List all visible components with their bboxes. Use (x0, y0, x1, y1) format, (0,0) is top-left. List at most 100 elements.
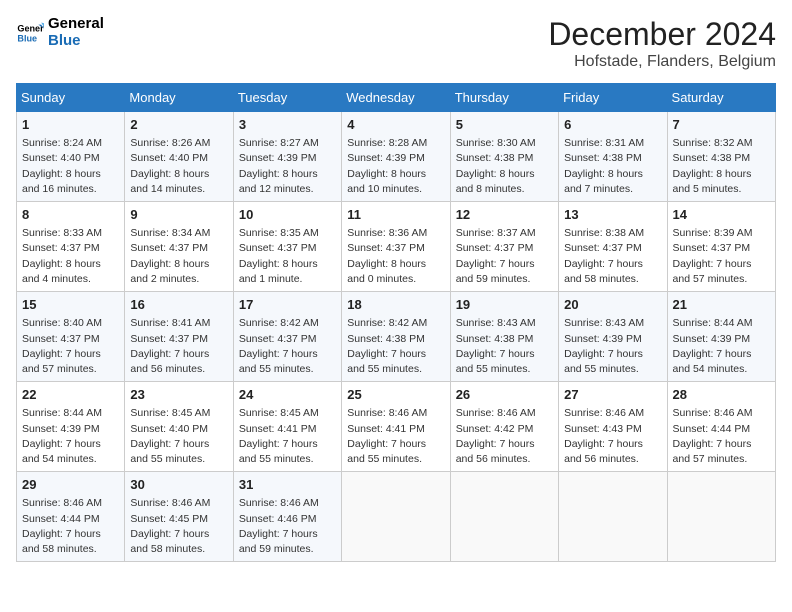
day-number: 29 (22, 476, 119, 494)
day-number: 11 (347, 206, 444, 224)
day-number: 4 (347, 116, 444, 134)
day-info: Sunrise: 8:32 AMSunset: 4:38 PMDaylight:… (673, 136, 770, 197)
day-number: 23 (130, 386, 227, 404)
calendar-cell: 5 Sunrise: 8:30 AMSunset: 4:38 PMDaylight… (450, 112, 558, 202)
day-info: Sunrise: 8:37 AMSunset: 4:37 PMDaylight:… (456, 226, 553, 287)
calendar-cell: 21Sunrise: 8:44 AMSunset: 4:39 PMDayligh… (667, 292, 775, 382)
calendar-cell: 11 Sunrise: 8:36 AMSunset: 4:37 PMDayligh… (342, 202, 450, 292)
day-number: 30 (130, 476, 227, 494)
calendar-cell: 25Sunrise: 8:46 AMSunset: 4:41 PMDayligh… (342, 382, 450, 472)
calendar-cell: 18 Sunrise: 8:42 AMSunset: 4:38 PMDayligh… (342, 292, 450, 382)
calendar-cell: 16Sunrise: 8:41 AMSunset: 4:37 PMDayligh… (125, 292, 233, 382)
day-info: Sunrise: 8:45 AMSunset: 4:41 PMDaylight:… (239, 406, 336, 467)
calendar-week-3: 15 Sunrise: 8:40 AMSunset: 4:37 PMDayligh… (17, 292, 776, 382)
day-number: 15 (22, 296, 119, 314)
day-number: 31 (239, 476, 336, 494)
day-info: Sunrise: 8:43 AMSunset: 4:38 PMDaylight:… (456, 316, 553, 377)
calendar-cell (342, 472, 450, 562)
day-info: Sunrise: 8:46 AMSunset: 4:42 PMDaylight:… (456, 406, 553, 467)
day-number: 10 (239, 206, 336, 224)
day-number: 8 (22, 206, 119, 224)
calendar-header-row: SundayMondayTuesdayWednesdayThursdayFrid… (17, 84, 776, 112)
day-info: Sunrise: 8:39 AMSunset: 4:37 PMDaylight:… (673, 226, 770, 287)
day-number: 27 (564, 386, 661, 404)
day-number: 3 (239, 116, 336, 134)
day-number: 7 (673, 116, 770, 134)
calendar-cell: 17 Sunrise: 8:42 AMSunset: 4:37 PMDayligh… (233, 292, 341, 382)
calendar-cell: 4 Sunrise: 8:28 AMSunset: 4:39 PMDaylight… (342, 112, 450, 202)
location: Hofstade, Flanders, Belgium (548, 53, 776, 71)
day-number: 22 (22, 386, 119, 404)
day-number: 24 (239, 386, 336, 404)
header-tuesday: Tuesday (233, 84, 341, 112)
day-number: 1 (22, 116, 119, 134)
calendar-cell: 15 Sunrise: 8:40 AMSunset: 4:37 PMDayligh… (17, 292, 125, 382)
calendar-cell: 27Sunrise: 8:46 AMSunset: 4:43 PMDayligh… (559, 382, 667, 472)
day-number: 21 (673, 296, 770, 314)
logo-general: General (48, 16, 104, 33)
day-number: 2 (130, 116, 227, 134)
calendar-cell: 7 Sunrise: 8:32 AMSunset: 4:38 PMDaylight… (667, 112, 775, 202)
day-info: Sunrise: 8:30 AMSunset: 4:38 PMDaylight:… (456, 136, 553, 197)
day-info: Sunrise: 8:24 AMSunset: 4:40 PMDaylight:… (22, 136, 119, 197)
day-info: Sunrise: 8:31 AMSunset: 4:38 PMDaylight:… (564, 136, 661, 197)
day-number: 13 (564, 206, 661, 224)
day-info: Sunrise: 8:46 AMSunset: 4:44 PMDaylight:… (22, 496, 119, 557)
day-number: 5 (456, 116, 553, 134)
calendar-cell: 14 Sunrise: 8:39 AMSunset: 4:37 PMDayligh… (667, 202, 775, 292)
day-info: Sunrise: 8:44 AMSunset: 4:39 PMDaylight:… (22, 406, 119, 467)
calendar-cell (450, 472, 558, 562)
calendar-week-2: 8 Sunrise: 8:33 AMSunset: 4:37 PMDaylight… (17, 202, 776, 292)
day-info: Sunrise: 8:36 AMSunset: 4:37 PMDaylight:… (347, 226, 444, 287)
logo-blue: Blue (48, 33, 104, 50)
day-number: 16 (130, 296, 227, 314)
calendar-week-5: 29 Sunrise: 8:46 AMSunset: 4:44 PMDayligh… (17, 472, 776, 562)
day-number: 14 (673, 206, 770, 224)
header-wednesday: Wednesday (342, 84, 450, 112)
day-number: 17 (239, 296, 336, 314)
header-saturday: Saturday (667, 84, 775, 112)
day-info: Sunrise: 8:26 AMSunset: 4:40 PMDaylight:… (130, 136, 227, 197)
day-info: Sunrise: 8:28 AMSunset: 4:39 PMDaylight:… (347, 136, 444, 197)
header-thursday: Thursday (450, 84, 558, 112)
day-info: Sunrise: 8:40 AMSunset: 4:37 PMDaylight:… (22, 316, 119, 377)
day-info: Sunrise: 8:33 AMSunset: 4:37 PMDaylight:… (22, 226, 119, 287)
calendar-cell (559, 472, 667, 562)
day-number: 25 (347, 386, 444, 404)
calendar-cell: 29 Sunrise: 8:46 AMSunset: 4:44 PMDayligh… (17, 472, 125, 562)
day-info: Sunrise: 8:42 AMSunset: 4:37 PMDaylight:… (239, 316, 336, 377)
day-info: Sunrise: 8:27 AMSunset: 4:39 PMDaylight:… (239, 136, 336, 197)
calendar-cell: 2 Sunrise: 8:26 AMSunset: 4:40 PMDaylight… (125, 112, 233, 202)
month-title: December 2024 (548, 16, 776, 53)
logo-icon: General Blue (16, 19, 44, 47)
calendar-cell: 6Sunrise: 8:31 AMSunset: 4:38 PMDaylight… (559, 112, 667, 202)
day-number: 18 (347, 296, 444, 314)
day-info: Sunrise: 8:38 AMSunset: 4:37 PMDaylight:… (564, 226, 661, 287)
header-monday: Monday (125, 84, 233, 112)
day-number: 20 (564, 296, 661, 314)
header-friday: Friday (559, 84, 667, 112)
day-number: 28 (673, 386, 770, 404)
calendar-table: SundayMondayTuesdayWednesdayThursdayFrid… (16, 83, 776, 562)
calendar-cell: 24 Sunrise: 8:45 AMSunset: 4:41 PMDayligh… (233, 382, 341, 472)
day-number: 12 (456, 206, 553, 224)
title-block: December 2024 Hofstade, Flanders, Belgiu… (548, 16, 776, 71)
calendar-cell: 12 Sunrise: 8:37 AMSunset: 4:37 PMDayligh… (450, 202, 558, 292)
calendar-cell: 28Sunrise: 8:46 AMSunset: 4:44 PMDayligh… (667, 382, 775, 472)
calendar-cell: 13 Sunrise: 8:38 AMSunset: 4:37 PMDayligh… (559, 202, 667, 292)
calendar-cell: 20Sunrise: 8:43 AMSunset: 4:39 PMDayligh… (559, 292, 667, 382)
day-number: 19 (456, 296, 553, 314)
calendar-cell: 8 Sunrise: 8:33 AMSunset: 4:37 PMDaylight… (17, 202, 125, 292)
day-number: 9 (130, 206, 227, 224)
calendar-cell: 3 Sunrise: 8:27 AMSunset: 4:39 PMDaylight… (233, 112, 341, 202)
calendar-week-4: 22 Sunrise: 8:44 AMSunset: 4:39 PMDayligh… (17, 382, 776, 472)
day-number: 26 (456, 386, 553, 404)
day-info: Sunrise: 8:42 AMSunset: 4:38 PMDaylight:… (347, 316, 444, 377)
day-info: Sunrise: 8:45 AMSunset: 4:40 PMDaylight:… (130, 406, 227, 467)
day-info: Sunrise: 8:46 AMSunset: 4:45 PMDaylight:… (130, 496, 227, 557)
calendar-cell: 22 Sunrise: 8:44 AMSunset: 4:39 PMDayligh… (17, 382, 125, 472)
calendar-cell: 10Sunrise: 8:35 AMSunset: 4:37 PMDayligh… (233, 202, 341, 292)
logo: General Blue General Blue (16, 16, 104, 49)
header-sunday: Sunday (17, 84, 125, 112)
calendar-cell: 1 Sunrise: 8:24 AMSunset: 4:40 PMDaylight… (17, 112, 125, 202)
